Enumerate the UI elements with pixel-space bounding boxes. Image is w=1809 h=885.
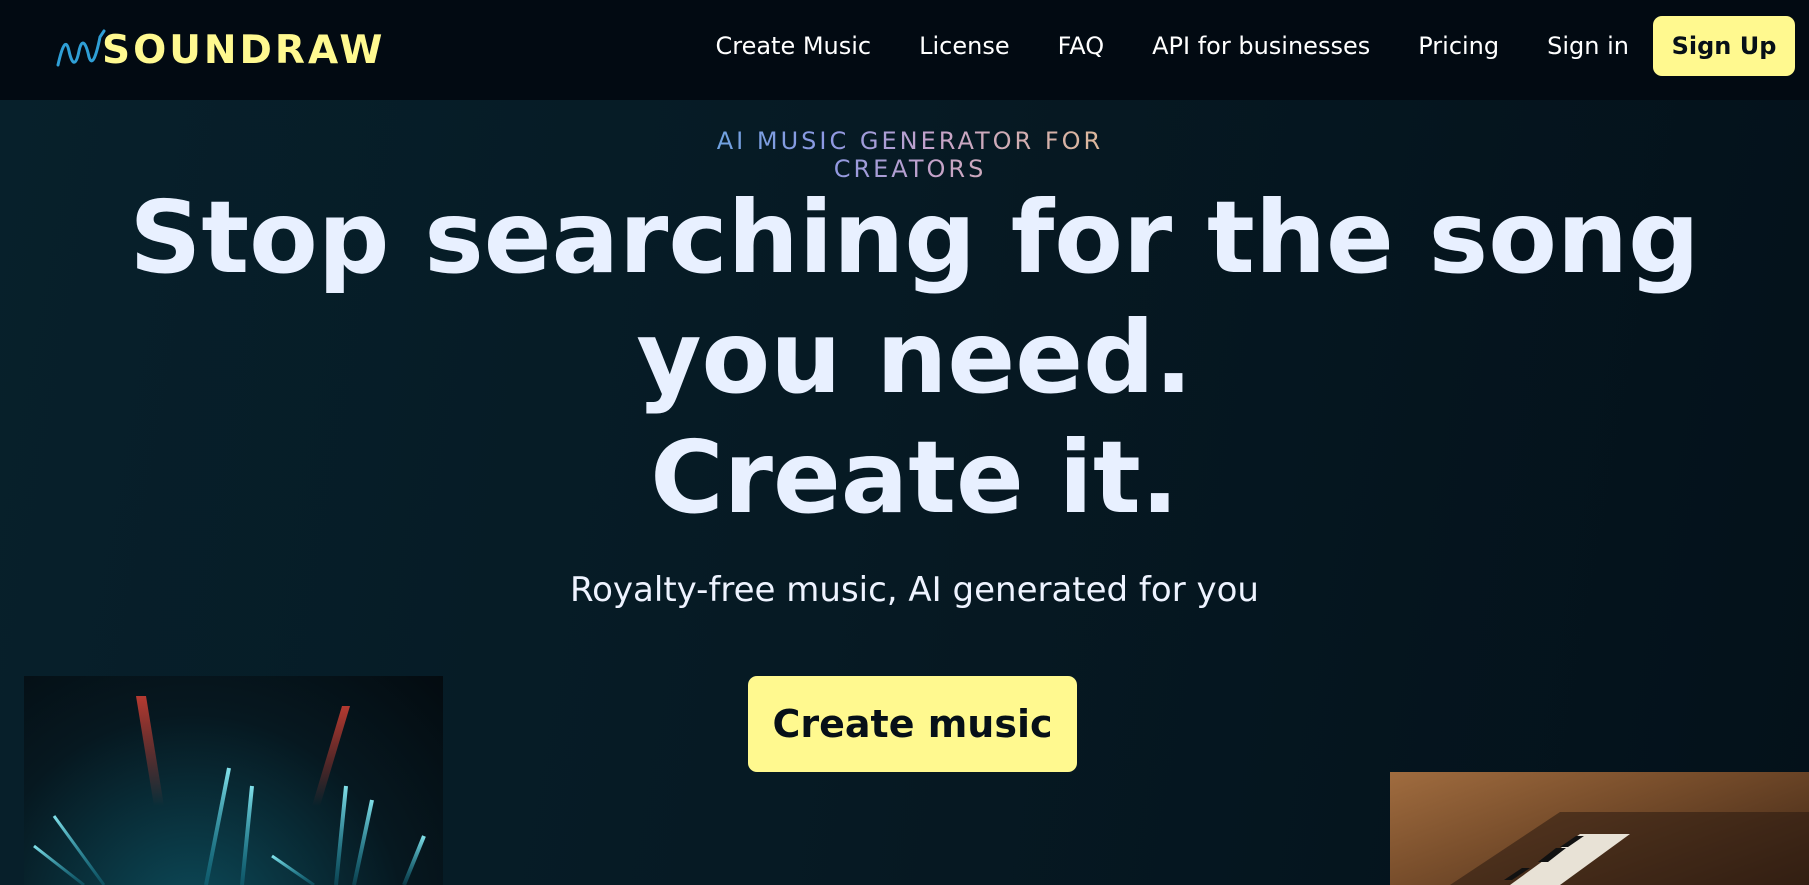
top-header: SOUNDRAW Create Music License FAQ API fo…: [0, 0, 1809, 100]
nav-license[interactable]: License: [919, 32, 1009, 60]
sign-up-button[interactable]: Sign Up: [1653, 16, 1795, 76]
create-music-button[interactable]: Create music: [748, 676, 1077, 772]
logo[interactable]: SOUNDRAW: [56, 24, 385, 76]
nav-create-music[interactable]: Create Music: [715, 32, 871, 60]
hero-eyebrow: AI MUSIC GENERATOR FOR CREATORS: [640, 127, 1180, 183]
concert-lights-graphic: [33, 696, 426, 885]
main-nav: Create Music License FAQ API for busines…: [715, 16, 1795, 76]
piano-photo: [1390, 772, 1809, 885]
concert-lights-photo: [24, 676, 443, 885]
hero-subline: Royalty-free music, AI generated for you: [570, 570, 1259, 610]
nav-api-for-businesses[interactable]: API for businesses: [1152, 32, 1370, 60]
headline-line-1: Stop searching for the song you need.: [129, 179, 1700, 416]
hero-headline: Stop searching for the song you need. Cr…: [60, 178, 1769, 538]
nav-faq[interactable]: FAQ: [1058, 32, 1105, 60]
piano-keys-graphic: [1450, 812, 1809, 885]
logo-text: SOUNDRAW: [102, 27, 386, 73]
soundwave-icon: [56, 29, 106, 67]
nav-sign-in[interactable]: Sign in: [1547, 32, 1629, 60]
nav-pricing[interactable]: Pricing: [1418, 32, 1499, 60]
headline-line-2: Create it.: [650, 419, 1179, 536]
